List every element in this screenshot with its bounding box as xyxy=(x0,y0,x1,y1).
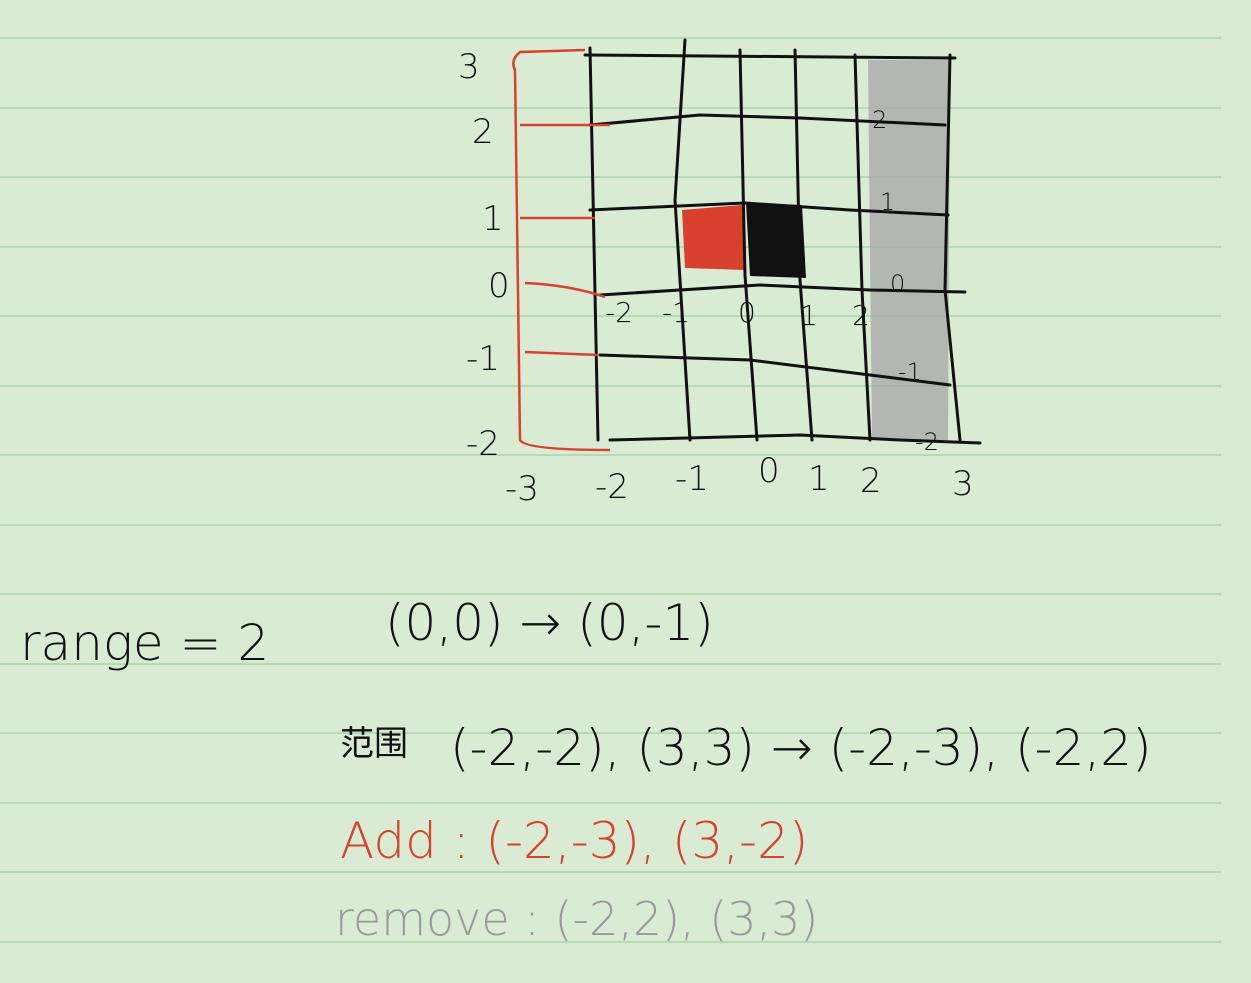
current-cell-black xyxy=(746,203,806,278)
range-label: 范围 xyxy=(340,724,408,764)
right-label: 1 xyxy=(880,188,895,216)
y-label: 1 xyxy=(482,199,504,239)
range-change-note: (-2,-2), (3,3) → (-2,-3), (-2,2) xyxy=(450,719,1152,777)
inner-label: 2 xyxy=(852,299,870,332)
added-cell-red xyxy=(682,205,745,270)
x-label: -1 xyxy=(675,459,709,499)
x-label: -2 xyxy=(595,467,629,507)
x-label: 0 xyxy=(758,451,780,491)
x-label: 3 xyxy=(952,464,974,504)
y-label: -2 xyxy=(466,424,500,464)
remove-note: remove : (-2,2), (3,3) xyxy=(335,892,818,946)
y-label: 3 xyxy=(458,47,480,87)
inner-label: -1 xyxy=(662,296,690,329)
inner-row-labels: -2 -1 0 1 2 xyxy=(605,296,870,332)
right-label: -2 xyxy=(915,428,939,456)
x-label: 1 xyxy=(808,459,830,499)
range-note: range = 2 xyxy=(20,614,269,672)
y-label: 0 xyxy=(488,266,510,306)
right-label: -1 xyxy=(898,358,922,386)
right-label: 0 xyxy=(890,270,905,298)
x-label: 2 xyxy=(860,461,882,501)
inner-label: -2 xyxy=(605,296,633,329)
y-label: 2 xyxy=(472,112,494,152)
y-label: -1 xyxy=(466,339,500,379)
inner-label: 1 xyxy=(800,299,818,332)
x-axis-labels: -3 -2 -1 0 1 2 3 xyxy=(505,451,974,509)
x-label: -3 xyxy=(505,469,539,509)
y-axis-labels: 3 2 1 0 -1 -2 xyxy=(458,47,510,464)
notebook-page: 3 2 1 0 -1 -2 -3 -2 -1 0 1 2 3 -2 -1 0 1… xyxy=(0,37,1221,946)
move-note: (0,0) → (0,-1) xyxy=(385,594,714,652)
inner-label: 0 xyxy=(738,296,756,329)
right-label: 2 xyxy=(872,106,887,134)
add-note: Add : (-2,-3), (3,-2) xyxy=(340,812,808,870)
